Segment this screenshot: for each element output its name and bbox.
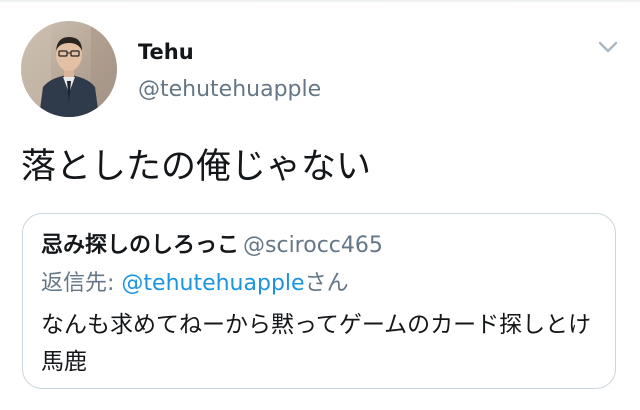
reply-mention-link[interactable]: @tehutehuapple	[121, 271, 304, 296]
avatar[interactable]	[21, 21, 117, 117]
author-handle[interactable]: @tehutehuapple	[138, 77, 321, 103]
author-display-name[interactable]: Tehu	[138, 39, 194, 65]
reply-to-line: 返信先: @tehutehuappleさん	[41, 269, 349, 299]
quoted-author-name: 忌み探しのしろっこ	[41, 233, 240, 258]
avatar-photo	[21, 21, 117, 117]
chevron-down-icon[interactable]	[596, 38, 620, 58]
reply-prefix: 返信先:	[41, 271, 122, 296]
quoted-tweet-card[interactable]: 忌み探しのしろっこ @scirocc465 返信先: @tehutehuapple…	[22, 213, 616, 389]
top-divider	[0, 0, 640, 3]
reply-suffix: さん	[304, 271, 349, 296]
quoted-author-handle: @scirocc465	[243, 233, 383, 258]
quoted-tweet-text: なんも求めてねーから黙ってゲームのカード探しとけ馬鹿	[41, 312, 592, 375]
quoted-tweet-header: 忌み探しのしろっこ @scirocc465	[41, 231, 383, 261]
tweet-text: 落としたの俺じゃない	[21, 147, 372, 187]
